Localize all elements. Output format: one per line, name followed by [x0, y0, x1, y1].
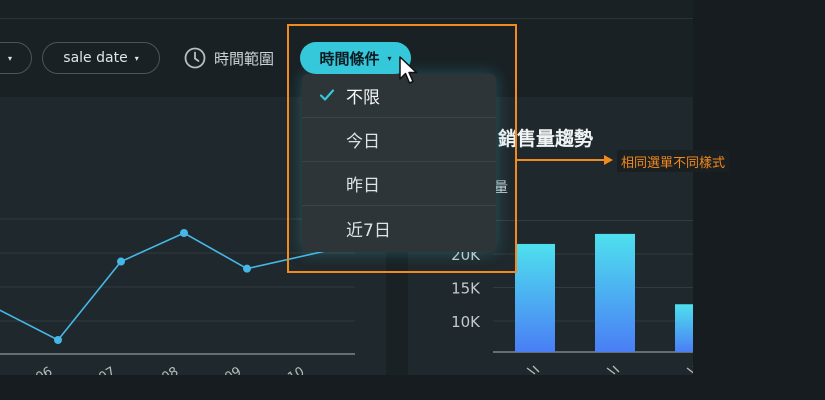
annotation-arrow-head: [604, 155, 613, 165]
x-tick-label: 09: [222, 364, 244, 375]
x-tick-mark: [526, 365, 540, 375]
x-tick-label: 08: [159, 364, 181, 375]
annotation-highlight-box: [287, 24, 517, 273]
data-point: [117, 257, 125, 266]
bar: [675, 304, 693, 352]
annotation-label: 相同選單不同樣式: [617, 150, 730, 172]
bar: [515, 243, 555, 352]
bottom-margin: [0, 375, 693, 400]
x-tick-mark: [606, 365, 620, 375]
data-point: [243, 264, 251, 273]
data-point: [180, 229, 188, 237]
right-margin: [693, 0, 825, 400]
y-tick-label: 15K: [451, 280, 481, 298]
x-tick-label: 10: [285, 364, 307, 375]
y-tick-label: 10K: [451, 313, 481, 331]
bar: [595, 233, 635, 352]
x-tick-label: 06: [33, 364, 55, 375]
annotation-arrow-line: [517, 159, 610, 161]
data-point: [54, 336, 62, 344]
x-tick-label: 07: [96, 364, 118, 375]
